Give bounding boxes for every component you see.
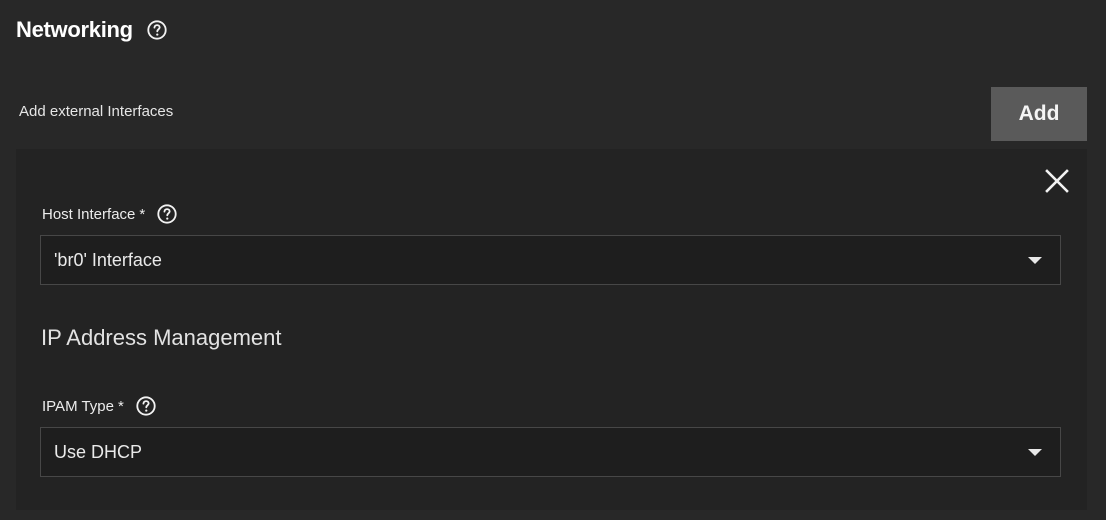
- add-interface-button[interactable]: Add: [991, 87, 1087, 141]
- ipam-type-label-text: IPAM Type: [42, 397, 114, 415]
- caret-down-icon[interactable]: [1028, 257, 1042, 264]
- caret-down-icon[interactable]: [1028, 449, 1042, 456]
- networking-title: Networking: [16, 17, 133, 42]
- ipam-type-value: Use DHCP: [54, 441, 143, 462]
- networking-header: Networking: [16, 14, 168, 46]
- host-interface-select[interactable]: 'br0' Interface: [40, 235, 1061, 285]
- host-interface-label-text: Host Interface: [42, 205, 136, 223]
- external-interface-card: Host Interface * 'br0' Interface IP Addr…: [16, 149, 1087, 510]
- ipam-section-title: IP Address Management: [41, 325, 282, 350]
- host-interface-label: Host Interface *: [42, 203, 178, 225]
- help-circle-icon[interactable]: [135, 395, 157, 417]
- networking-page: Networking Add external Interfaces Add H…: [0, 0, 1106, 520]
- help-circle-icon[interactable]: [146, 19, 168, 41]
- help-circle-icon[interactable]: [156, 203, 178, 225]
- required-marker: *: [139, 205, 146, 223]
- add-external-interfaces-label: Add external Interfaces: [19, 103, 174, 120]
- required-marker: *: [117, 397, 124, 415]
- ipam-type-select[interactable]: Use DHCP: [40, 427, 1061, 477]
- ipam-type-label: IPAM Type *: [42, 395, 157, 417]
- close-icon[interactable]: [1043, 167, 1071, 195]
- host-interface-value: 'br0' Interface: [54, 249, 162, 270]
